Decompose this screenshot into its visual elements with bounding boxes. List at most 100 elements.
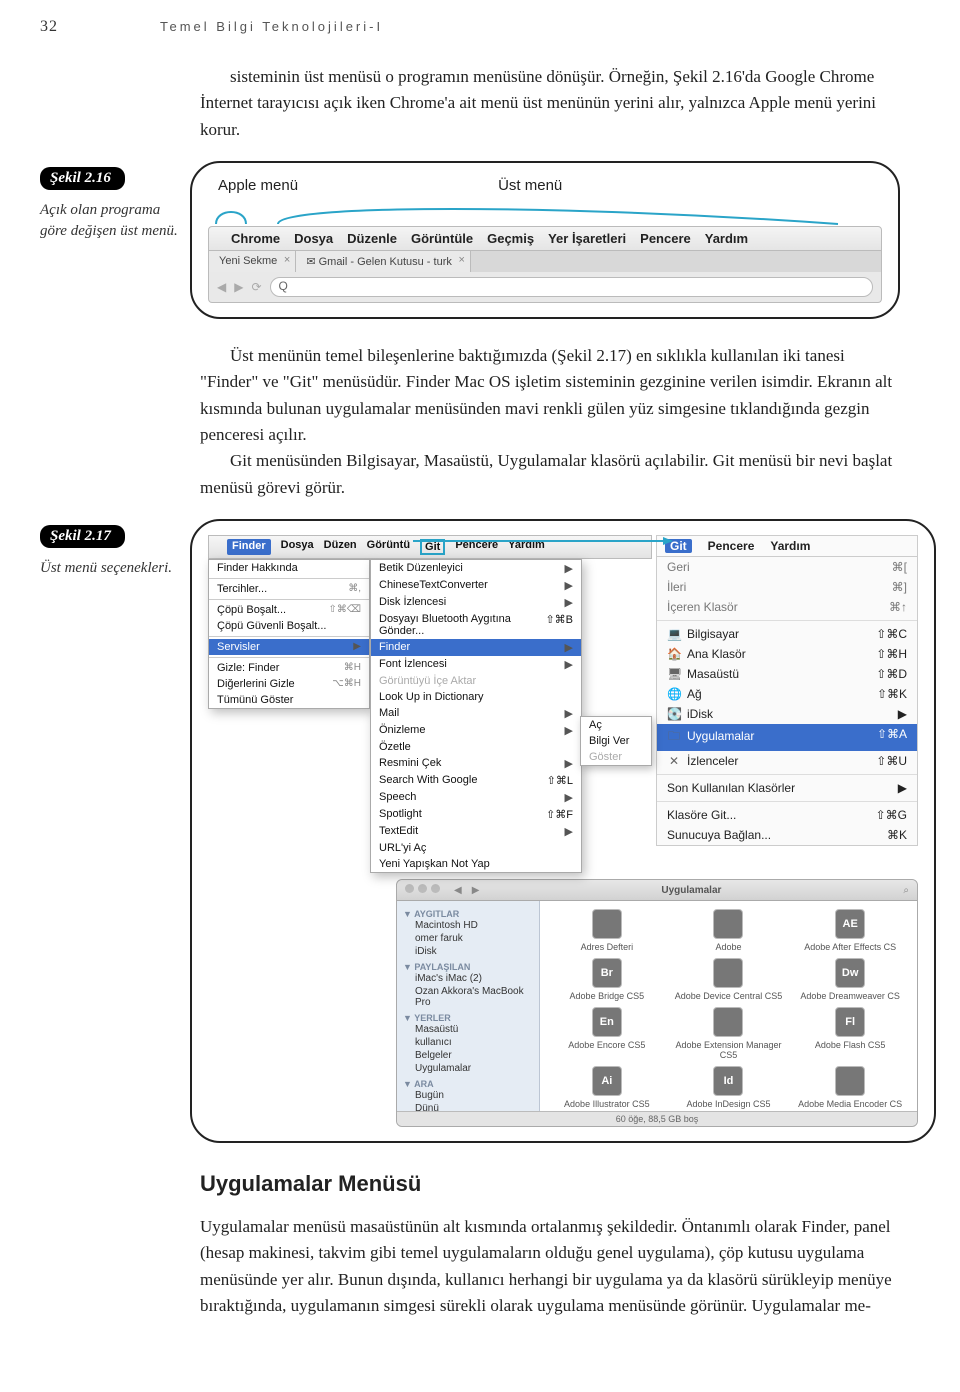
menu-item[interactable]: Disk İzlencesi▶ <box>371 594 581 611</box>
app-icon-cell[interactable]: IdAdobe InDesign CS5 <box>670 1066 788 1109</box>
reload-icon[interactable]: ⟳ <box>251 280 261 294</box>
finder-window-title: Uygulamalar <box>489 885 893 896</box>
menu-duzen[interactable]: Düzen <box>324 539 357 555</box>
sidebar-item[interactable]: Masaüstü <box>403 1023 533 1036</box>
app-icon-cell[interactable]: Adobe Media Encoder CS <box>791 1066 909 1109</box>
sidebar-item[interactable]: Bugün <box>403 1089 533 1102</box>
menu-item[interactable]: Spotlight⇧⌘F <box>371 806 581 823</box>
close-icon[interactable]: × <box>458 254 464 266</box>
menu-item[interactable]: Bilgi Ver <box>581 733 651 749</box>
menu-item[interactable]: Speech▶ <box>371 789 581 806</box>
menu-finder[interactable]: Finder <box>227 539 271 555</box>
app-icon-cell[interactable]: BrAdobe Bridge CS5 <box>548 958 666 1001</box>
app-icon-cell[interactable]: DwAdobe Dreamweaver CS <box>791 958 909 1001</box>
menu-item[interactable]: Tercihler...⌘, <box>209 581 369 597</box>
menu-item[interactable]: Diğerlerini Gizle⌥⌘H <box>209 676 369 692</box>
app-icon-cell[interactable]: Adobe Extension Manager CS5 <box>670 1007 788 1060</box>
menu-item[interactable]: Mail▶ <box>371 705 581 722</box>
chrome-toolbar: ◀ ▶ ⟳ Q <box>208 272 882 303</box>
sidebar-item[interactable]: Ozan Akkora's MacBook Pro <box>403 985 533 1009</box>
app-icon-cell[interactable]: EnAdobe Encore CS5 <box>548 1007 666 1060</box>
tab-yeni-sekme[interactable]: Yeni Sekme× <box>209 251 296 272</box>
menu-item[interactable]: Gizle: Finder⌘H <box>209 660 369 676</box>
menu-item[interactable]: Çöpü Güvenli Boşalt... <box>209 618 369 634</box>
address-input[interactable]: Q <box>270 277 873 297</box>
sidebar-item[interactable]: iDisk <box>403 945 533 958</box>
git-menu-item[interactable]: 💽iDisk▶ <box>657 704 917 724</box>
menu-item[interactable]: Finder▶ <box>371 639 581 656</box>
menu-item[interactable]: URL'yi Aç <box>371 840 581 856</box>
menu-item[interactable]: Servisler▶ <box>209 639 369 655</box>
paragraph-2: Üst menünün temel bileşenlerine baktığım… <box>200 343 900 501</box>
menu-goruntule[interactable]: Görüntüle <box>411 231 473 246</box>
app-icon-cell[interactable]: Adobe Device Central CS5 <box>670 958 788 1001</box>
menu-item[interactable]: Resmini Çek▶ <box>371 755 581 772</box>
menu-item[interactable]: Çöpü Boşalt...⇧⌘⌫ <box>209 602 369 618</box>
git-menu-item[interactable]: 🖥Masaüstü⇧⌘D <box>657 664 917 684</box>
menu-gecmis[interactable]: Geçmiş <box>487 231 534 246</box>
menu-pencere[interactable]: Pencere <box>640 231 691 246</box>
menu-item[interactable]: Finder Hakkında <box>209 560 369 576</box>
app-icon-cell[interactable]: Adobe <box>670 909 788 952</box>
sidebar-group-header[interactable]: ▼ PAYLAŞILAN <box>403 962 533 972</box>
menu-yardim[interactable]: Yardım <box>705 231 748 246</box>
git-menu-item[interactable]: 🗀Uygulamalar⇧⌘A <box>657 724 917 751</box>
menu-item[interactable]: Tümünü Göster <box>209 692 369 708</box>
sidebar-group-header[interactable]: ▼ YERLER <box>403 1013 533 1023</box>
menu-item[interactable]: Search With Google⇧⌘L <box>371 772 581 789</box>
unit-title: Temel Bilgi Teknolojileri-I <box>160 19 900 34</box>
git-head-pencere[interactable]: Pencere <box>708 539 755 553</box>
app-icon-cell[interactable]: Adres Defteri <box>548 909 666 952</box>
git-menu-item[interactable]: Son Kullanılan Klasörler▶ <box>657 778 917 798</box>
app-icon-cell[interactable]: AEAdobe After Effects CS <box>791 909 909 952</box>
app-icon-cell[interactable]: FlAdobe Flash CS5 <box>791 1007 909 1060</box>
menu-item[interactable]: Özetle <box>371 739 581 755</box>
sidebar-item[interactable]: kullanıcı <box>403 1036 533 1049</box>
back-icon[interactable]: ◀ <box>217 280 226 294</box>
menu-chrome[interactable]: Chrome <box>231 231 280 246</box>
git-menu-item: İleri⌘] <box>657 577 917 597</box>
git-menu-item[interactable]: ✕İzlenceler⇧⌘U <box>657 751 917 771</box>
finder-sidebar: ▼ AYGITLARMacintosh HDomer farukiDisk ▼ P… <box>397 901 540 1111</box>
forward-icon[interactable]: ▶ <box>234 280 243 294</box>
nav-back-icon[interactable]: ◀ <box>454 885 462 896</box>
git-head-yardim[interactable]: Yardım <box>770 539 810 553</box>
menu-item[interactable]: Yeni Yapışkan Not Yap <box>371 856 581 872</box>
menu-item[interactable]: Aç <box>581 717 651 733</box>
git-menu-item[interactable]: 🏠Ana Klasör⇧⌘H <box>657 644 917 664</box>
app-icon-cell[interactable]: AiAdobe Illustrator CS5 <box>548 1066 666 1109</box>
menu-yerisaretleri[interactable]: Yer İşaretleri <box>548 231 626 246</box>
sidebar-item[interactable]: Dünü <box>403 1102 533 1111</box>
sidebar-item[interactable]: Macintosh HD <box>403 919 533 932</box>
menu-dosya[interactable]: Dosya <box>294 231 333 246</box>
git-menu-item[interactable]: 🌐Ağ⇧⌘K <box>657 684 917 704</box>
menu-item[interactable]: TextEdit▶ <box>371 823 581 840</box>
menu-item[interactable]: Dosyayı Bluetooth Aygıtına Gönder...⇧⌘B <box>371 611 581 639</box>
nav-fwd-icon[interactable]: ▶ <box>472 885 480 896</box>
menu-item[interactable]: Önizleme▶ <box>371 722 581 739</box>
menu-item[interactable]: ChineseTextConverter▶ <box>371 577 581 594</box>
sidebar-item[interactable]: Uygulamalar <box>403 1062 533 1075</box>
menu-dosya[interactable]: Dosya <box>281 539 314 555</box>
git-menu-item[interactable]: Sunucuya Bağlan...⌘K <box>657 825 917 845</box>
menu-item: Görüntüyü İçe Aktar <box>371 673 581 689</box>
finder-sub-popup: AçBilgi VerGöster <box>580 716 652 766</box>
close-icon[interactable]: × <box>284 254 290 266</box>
label-ust-menu: Üst menü <box>498 177 562 194</box>
sidebar-item[interactable]: iMac's iMac (2) <box>403 972 533 985</box>
menu-item[interactable]: Betik Düzenleyici▶ <box>371 560 581 577</box>
menu-item[interactable]: Look Up in Dictionary <box>371 689 581 705</box>
menu-item[interactable]: Font İzlencesi▶ <box>371 656 581 673</box>
sidebar-item[interactable]: omer faruk <box>403 932 533 945</box>
window-controls[interactable] <box>405 884 444 896</box>
git-menu-item: İçeren Klasör⌘↑ <box>657 597 917 617</box>
sidebar-item[interactable]: Belgeler <box>403 1049 533 1062</box>
menu-goruntu[interactable]: Görüntü <box>367 539 410 555</box>
tab-gmail[interactable]: ✉ Gmail - Gelen Kutusu - turk× <box>296 251 471 272</box>
search-icon[interactable]: ⌕ <box>903 885 909 896</box>
git-menu-item[interactable]: Klasöre Git...⇧⌘G <box>657 805 917 825</box>
sidebar-group-header[interactable]: ▼ AYGITLAR <box>403 909 533 919</box>
sidebar-group-header[interactable]: ▼ ARA <box>403 1079 533 1089</box>
menu-duzenle[interactable]: Düzenle <box>347 231 397 246</box>
git-menu-item[interactable]: 💻Bilgisayar⇧⌘C <box>657 624 917 644</box>
